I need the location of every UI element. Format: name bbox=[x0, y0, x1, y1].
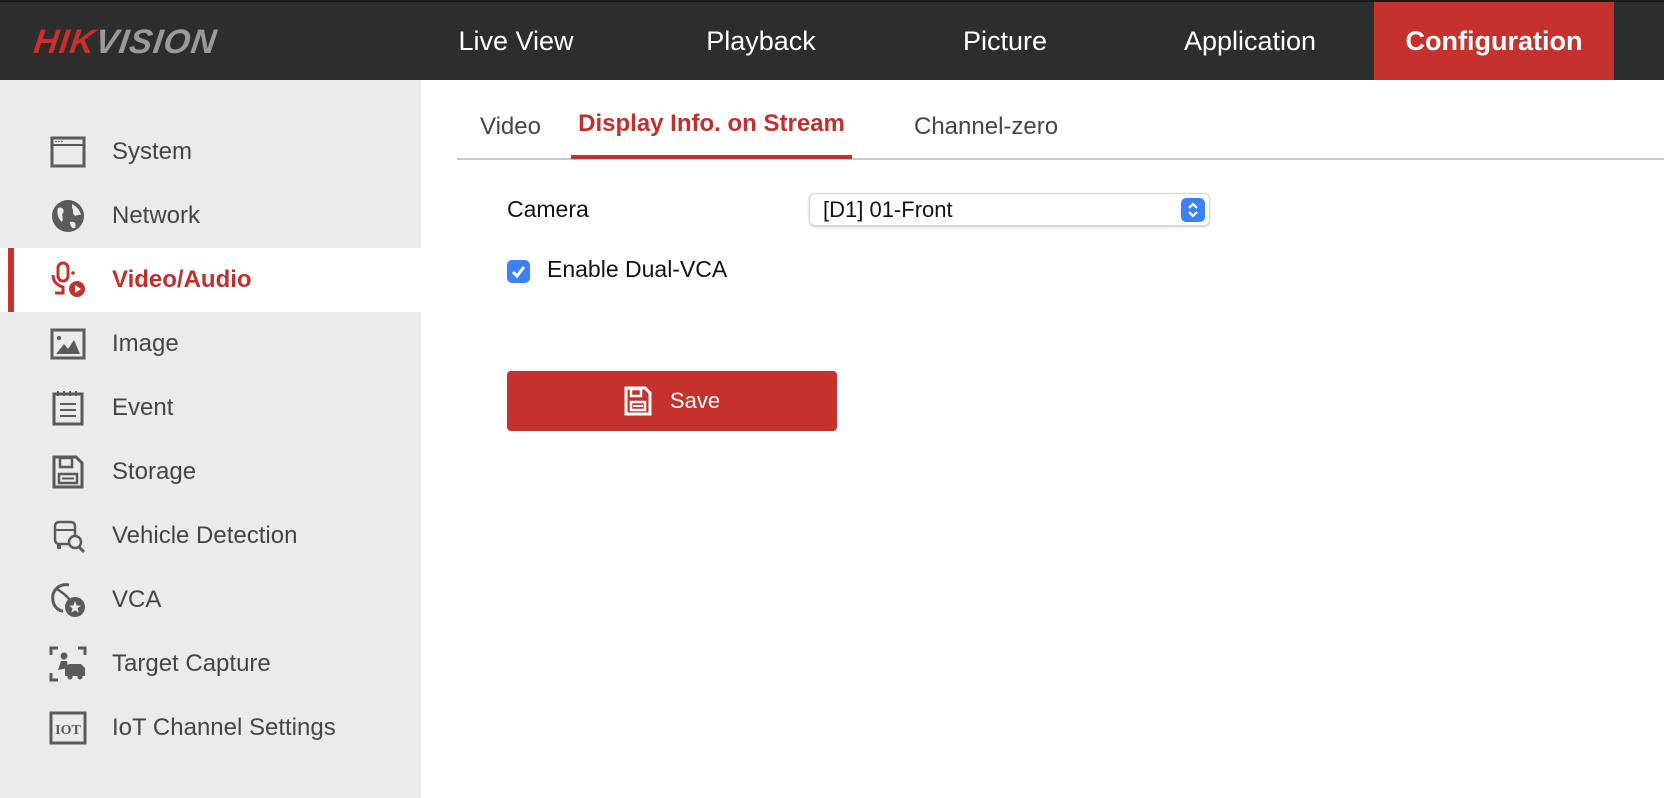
logo-part-hik: HIK bbox=[31, 23, 99, 61]
sidebar-item-system[interactable]: System bbox=[0, 120, 421, 184]
microphone-play-icon bbox=[48, 260, 88, 300]
sidebar-item-label: Video/Audio bbox=[112, 266, 252, 293]
floppy-disk-icon bbox=[624, 386, 654, 416]
vehicle-search-icon bbox=[48, 516, 88, 556]
save-button[interactable]: Save bbox=[507, 371, 837, 431]
sidebar-item-label: Target Capture bbox=[112, 650, 271, 677]
hikvision-logo: HIKVISION bbox=[31, 22, 219, 62]
floppy-disk-icon bbox=[48, 452, 88, 492]
sidebar-item-image[interactable]: Image bbox=[0, 312, 421, 376]
sidebar-item-vehicle-detection[interactable]: Vehicle Detection bbox=[0, 504, 421, 568]
tab-display-info-on-stream[interactable]: Display Info. on Stream bbox=[571, 80, 852, 159]
camera-select[interactable]: [D1] 01-Front bbox=[809, 193, 1210, 226]
sidebar-item-label: System bbox=[112, 138, 193, 165]
window-icon bbox=[48, 132, 88, 172]
nav-configuration[interactable]: Configuration bbox=[1374, 2, 1614, 80]
notepad-icon bbox=[48, 388, 88, 428]
camera-select-value: [D1] 01-Front bbox=[823, 197, 953, 222]
iot-icon: IOT bbox=[48, 708, 88, 748]
sidebar-item-video-audio[interactable]: Video/Audio bbox=[0, 248, 421, 312]
sidebar-item-network[interactable]: Network bbox=[0, 184, 421, 248]
sidebar-item-label: IoT Channel Settings bbox=[112, 714, 336, 741]
sidebar-item-event[interactable]: Event bbox=[0, 376, 421, 440]
save-label: Save bbox=[669, 388, 721, 413]
svg-text:IOT: IOT bbox=[55, 723, 81, 738]
enable-dual-vca-checkbox[interactable] bbox=[507, 260, 530, 283]
tab-channel-zero[interactable]: Channel-zero bbox=[914, 80, 1058, 158]
camera-label: Camera bbox=[507, 196, 589, 222]
sidebar-item-label: Storage bbox=[112, 458, 197, 485]
enable-dual-vca-label: Enable Dual-VCA bbox=[547, 256, 728, 282]
top-navigation-bar: HIKVISION Live View Playback Picture App… bbox=[0, 0, 1664, 80]
target-capture-icon bbox=[48, 644, 88, 684]
sidebar-item-label: VCA bbox=[112, 586, 162, 613]
nav-playback[interactable]: Playback bbox=[681, 2, 841, 80]
vca-star-icon bbox=[48, 580, 88, 620]
sidebar-item-iot-channel-settings[interactable]: IOT IoT Channel Settings bbox=[0, 696, 421, 760]
sidebar-item-label: Event bbox=[112, 394, 174, 421]
sidebar-item-storage[interactable]: Storage bbox=[0, 440, 421, 504]
select-arrows-icon bbox=[1181, 198, 1205, 222]
tab-video[interactable]: Video bbox=[480, 80, 541, 158]
sidebar: System Network Video/Audio Image Event S… bbox=[0, 80, 421, 798]
nav-application[interactable]: Application bbox=[1160, 2, 1340, 80]
sidebar-item-label: Network bbox=[112, 202, 201, 229]
logo-part-vision: VISION bbox=[92, 23, 220, 61]
globe-icon bbox=[48, 196, 88, 236]
nav-live-view[interactable]: Live View bbox=[436, 2, 596, 80]
sidebar-item-vca[interactable]: VCA bbox=[0, 568, 421, 632]
checkmark-icon bbox=[511, 266, 526, 279]
sidebar-item-target-capture[interactable]: Target Capture bbox=[0, 632, 421, 696]
sidebar-item-label: Vehicle Detection bbox=[112, 522, 298, 549]
nav-picture[interactable]: Picture bbox=[925, 2, 1085, 80]
image-icon bbox=[48, 324, 88, 364]
sidebar-item-label: Image bbox=[112, 330, 179, 357]
sub-tab-bar: Video Display Info. on Stream Channel-ze… bbox=[457, 80, 1664, 160]
